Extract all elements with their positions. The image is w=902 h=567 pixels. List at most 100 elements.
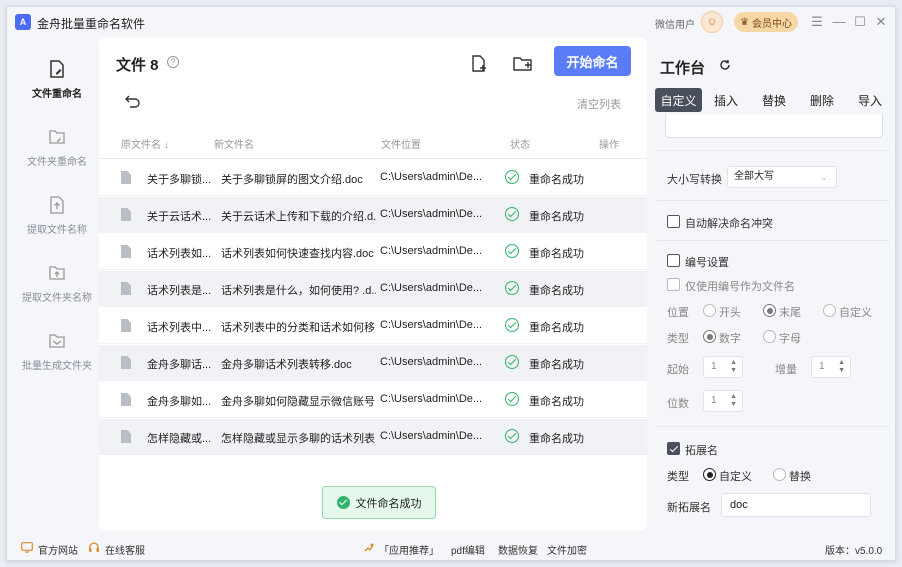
- column-original-name[interactable]: 原文件名 ↓: [121, 136, 169, 151]
- website-link[interactable]: 官方网站: [38, 542, 78, 557]
- start-stepper[interactable]: 1 ▲ ▼: [703, 356, 743, 378]
- user-name[interactable]: 微信用户: [655, 16, 695, 31]
- step-stepper[interactable]: 1 ▲ ▼: [811, 356, 851, 378]
- table-row[interactable]: 关于多聊锁... 关于多聊锁屏的图文介绍.doc C:\Users\admin\…: [99, 160, 647, 196]
- extension-label: 拓展名: [685, 445, 718, 457]
- file-icon: [121, 319, 131, 332]
- sidebar-item-extract-folder[interactable]: 提取文件夹名称: [15, 263, 99, 325]
- new-extension-input[interactable]: doc: [721, 493, 871, 517]
- check-circle-icon: [336, 496, 350, 509]
- app-recommend-icon: [364, 543, 374, 552]
- position-end-radio[interactable]: [763, 304, 776, 317]
- workspace-title: 工作台: [660, 60, 706, 77]
- new-name-cell: 关于多聊锁屏的图文介绍.doc: [221, 174, 363, 186]
- type-number-radio[interactable]: [703, 330, 716, 343]
- avatar[interactable]: ☺: [701, 11, 723, 33]
- column-action: 操作: [599, 140, 619, 151]
- original-name-cell: 关于云话术...: [147, 211, 212, 223]
- clear-list-button[interactable]: 清空列表: [577, 96, 621, 112]
- maximize-button[interactable]: ☐: [852, 13, 868, 31]
- position-start-radio[interactable]: [703, 304, 716, 317]
- only-number-checkbox[interactable]: [667, 278, 680, 291]
- custom-name-input[interactable]: [665, 114, 883, 138]
- case-select[interactable]: 全部大写 ⌄: [727, 166, 837, 188]
- sidebar-item-label: 提取文件夹名称: [22, 293, 92, 304]
- undo-icon[interactable]: [125, 94, 141, 108]
- table-row[interactable]: 怎样隐藏或... 怎样隐藏或显示多聊的话术列表... C:\Users\admi…: [99, 419, 647, 455]
- start-label: 起始: [667, 364, 689, 376]
- sidebar-item-generate-folder[interactable]: 批量生成文件夹: [15, 331, 99, 393]
- app-recommend-label[interactable]: 「应用推荐」: [379, 542, 439, 557]
- sidebar-item-folder-rename[interactable]: 文件夹重命名: [15, 127, 99, 189]
- table-row[interactable]: 话术列表中... 话术列表中的分类和话术如何移... C:\Users\admi…: [99, 308, 647, 344]
- ext-type-custom-radio[interactable]: [703, 468, 716, 481]
- sidebar-item-label: 文件夹重命名: [27, 157, 87, 168]
- start-rename-button[interactable]: 开始命名: [554, 46, 631, 76]
- auto-resolve-label: 自动解决命名冲突: [685, 218, 773, 230]
- table-row[interactable]: 话术列表是... 话术列表是什么，如何使用? .d... C:\Users\ad…: [99, 271, 647, 307]
- stepper-arrows-icon[interactable]: ▲ ▼: [730, 359, 737, 375]
- table-row[interactable]: 关于云话术... 关于云话术上传和下载的介绍.d... C:\Users\adm…: [99, 197, 647, 233]
- type-letter-label: 字母: [779, 333, 801, 345]
- stepper-arrows-icon[interactable]: ▲ ▼: [730, 393, 737, 409]
- menu-icon[interactable]: ☰: [809, 13, 825, 31]
- file-icon: [121, 245, 131, 258]
- close-button[interactable]: ✕: [873, 13, 889, 31]
- new-name-cell: 话术列表中的分类和话术如何移...: [221, 322, 376, 334]
- table-header: 原文件名 ↓ 新文件名 文件位置 状态 操作: [99, 125, 647, 159]
- file-icon: [121, 282, 131, 295]
- table-row[interactable]: 金舟多聊话... 金舟多聊话术列表转移.doc C:\Users\admin\D…: [99, 345, 647, 381]
- position-custom-radio[interactable]: [823, 304, 836, 317]
- minimize-button[interactable]: —: [831, 13, 847, 31]
- new-name-cell: 关于云话术上传和下载的介绍.d...: [221, 211, 376, 223]
- tab-custom[interactable]: 自定义: [655, 88, 702, 112]
- tab-insert[interactable]: 插入: [705, 88, 747, 112]
- original-name-cell: 金舟多聊如...: [147, 396, 212, 408]
- tab-replace[interactable]: 替换: [753, 88, 795, 112]
- status-cell: 重命名成功: [529, 248, 584, 260]
- start-value: 1: [711, 361, 717, 372]
- digits-stepper[interactable]: 1 ▲ ▼: [703, 390, 743, 412]
- location-cell: C:\Users\admin\De...: [380, 208, 483, 220]
- file-icon: [121, 356, 131, 369]
- extension-checkbox[interactable]: [667, 442, 680, 455]
- column-new-name: 新文件名: [214, 140, 254, 151]
- file-encrypt-link[interactable]: 文件加密: [547, 542, 587, 557]
- add-file-icon[interactable]: [470, 55, 488, 73]
- new-extension-label: 新拓展名: [667, 502, 711, 514]
- position-label: 位置: [667, 307, 689, 319]
- original-name-cell: 关于多聊锁...: [147, 174, 212, 186]
- service-link[interactable]: 在线客服: [105, 542, 145, 557]
- sidebar-item-extract-file[interactable]: 提取文件名称: [15, 195, 99, 257]
- original-name-cell: 怎样隐藏或...: [147, 433, 212, 445]
- new-name-cell: 话术列表如何快速查找内容.doc: [221, 248, 374, 260]
- pdf-edit-link[interactable]: pdf编辑: [451, 542, 485, 557]
- sidebar-item-file-rename[interactable]: 文件重命名: [15, 59, 99, 121]
- stepper-arrows-icon[interactable]: ▲ ▼: [838, 359, 845, 375]
- tab-delete[interactable]: 删除: [801, 88, 843, 112]
- type-letter-radio[interactable]: [763, 330, 776, 343]
- original-name-cell: 话术列表中...: [147, 322, 212, 334]
- vip-center-button[interactable]: ♛ 会员中心: [734, 12, 798, 32]
- help-icon[interactable]: ?: [167, 56, 179, 68]
- ext-type-replace-radio[interactable]: [773, 468, 786, 481]
- auto-resolve-checkbox[interactable]: [667, 215, 680, 228]
- table-row[interactable]: 金舟多聊如... 金舟多聊如何隐藏显示微信账号... C:\Users\admi…: [99, 382, 647, 418]
- data-recovery-link[interactable]: 数据恢复: [498, 542, 538, 557]
- column-status: 状态: [510, 140, 530, 151]
- location-cell: C:\Users\admin\De...: [380, 245, 483, 257]
- tab-import[interactable]: 导入: [849, 88, 891, 112]
- add-folder-icon[interactable]: [513, 55, 533, 73]
- table-row[interactable]: 话术列表如... 话术列表如何快速查找内容.doc C:\Users\admin…: [99, 234, 647, 270]
- file-edit-icon: [50, 60, 64, 78]
- column-location: 文件位置: [381, 140, 421, 151]
- status-cell: 重命名成功: [529, 359, 584, 371]
- folder-edit-icon: [49, 130, 65, 144]
- numbering-checkbox[interactable]: [667, 254, 680, 267]
- step-label: 增量: [775, 364, 797, 376]
- toast-message: 文件命名成功: [355, 497, 422, 510]
- success-check-icon: [505, 318, 519, 332]
- page-title: 文件 8: [116, 57, 159, 74]
- divider: [657, 200, 889, 201]
- refresh-icon[interactable]: [719, 59, 731, 71]
